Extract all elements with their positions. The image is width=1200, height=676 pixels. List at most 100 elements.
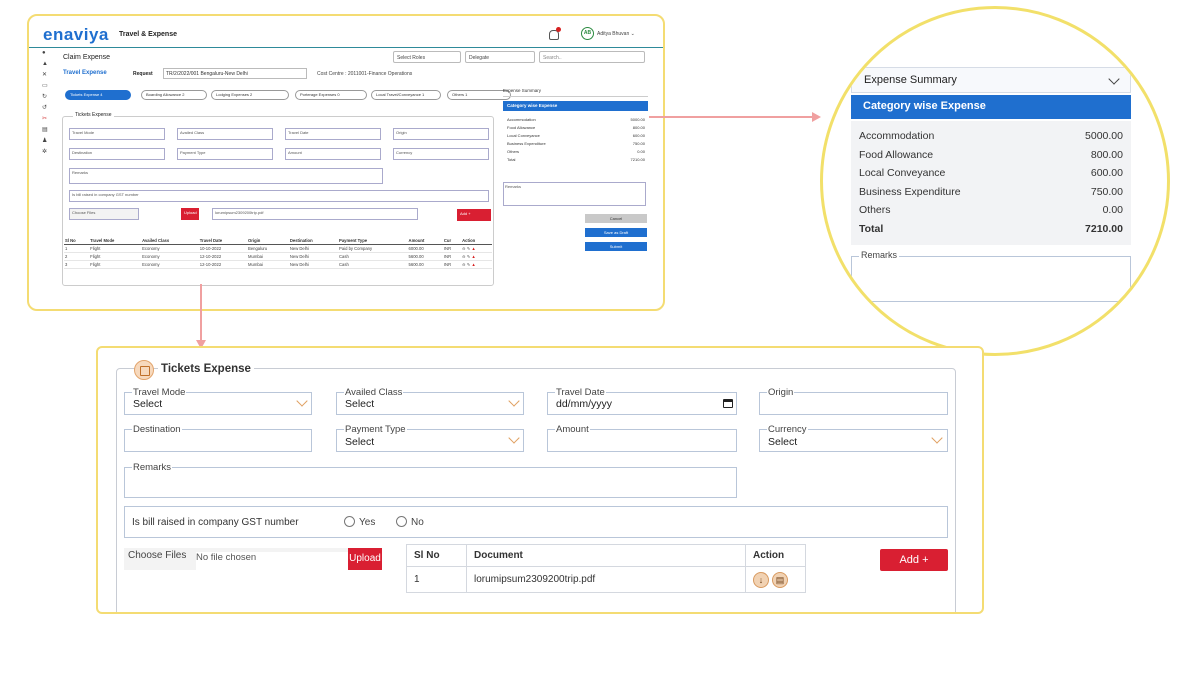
mini-cell: 12-10-2022 [198,260,248,269]
summary-value: 800.00 [1090,148,1123,161]
sidebar-report-icon[interactable]: ▤ [42,127,48,133]
summary-remarks-field[interactable] [851,256,1131,302]
tab-tickets-expense[interactable]: Tickets Expense 4 [65,90,131,100]
sidebar-home-icon[interactable]: ● [42,50,48,56]
sidebar-travel-icon[interactable]: ✕ [42,72,48,78]
mini-cell: Mumbai [247,260,289,269]
doc-link[interactable]: lorumipsum2309200trip.pdf [466,566,746,593]
doc-col-action: Action [745,544,806,567]
request-dropdown[interactable]: TR/2/2022/001 Bengaluru-New Delhi [163,68,307,79]
clipboard-icon[interactable]: ▤ [772,571,788,588]
search-input[interactable]: Search.. [539,51,645,63]
summary-row: Local Conveyance 600.00 [859,164,1123,183]
mini-sum-value: 5000.00 [630,117,645,122]
sidebar-history-icon[interactable]: ↺ [42,105,48,111]
mini-sum-label: Food Allowance [507,125,536,130]
tab-others[interactable]: Others 1 [447,90,511,100]
mini-summary-header[interactable]: Expense Summary [503,88,648,97]
zoom-arrow-right [649,116,819,118]
doc-col-document: Document [466,544,746,567]
mini-th: Sl No [64,237,90,245]
tab-lodging-expenses[interactable]: Lodging Expenses 2 [211,90,289,100]
cancel-button[interactable]: Cancel [585,214,647,223]
cost-centre: Cost Centre : 2011001-Finance Operations [317,71,413,77]
mini-choose-files[interactable]: Choose Files [69,208,139,220]
save-draft-button[interactable]: Save as Draft [585,228,647,237]
tab-porterage-expenses[interactable]: Porterage Expenses 0 [295,90,367,100]
user-avatar[interactable]: AB [581,27,594,40]
travel-date-value: dd/mm/yyyy [556,398,613,410]
mini-cell: INR [442,252,462,261]
mini-th: Origin [247,237,289,245]
mini-cell: 2 [64,252,90,261]
document-table: Sl No Document Action 1 lorumipsum230920… [406,544,806,593]
sidebar-user-icon[interactable]: ♟ [42,138,48,144]
table-row: 3 Flight Economy 12-10-2022 Mumbai New D… [64,260,492,269]
sidebar-pin-icon[interactable]: ▲ [42,61,48,67]
mini-sum-label: Local Conveyance [507,133,540,138]
remarks-textarea[interactable] [124,467,737,498]
mini-destination[interactable]: Destination [69,148,165,160]
notification-badge [556,27,561,32]
summary-remarks-label: Remarks [859,250,900,260]
mini-th: Destination [288,237,339,245]
select-roles-dropdown[interactable]: Select Roles [393,51,461,63]
tab-local-travel[interactable]: Local Travel/Conveyance 1 [371,90,441,100]
download-icon[interactable]: ↓ [753,571,769,588]
gst-yes-radio[interactable] [344,516,355,527]
sidebar-wallet-icon[interactable]: ▭ [42,83,48,89]
mini-travel-mode[interactable]: Travel Mode [69,128,165,140]
summary-row: Others 0.00 [859,201,1123,220]
gst-no-radio[interactable] [396,516,407,527]
mini-row-actions[interactable]: ⊖ ✎ ▲ [461,244,492,253]
choose-files-button[interactable]: Choose Files [128,550,186,561]
payment-type-label: Payment Type [344,424,407,435]
gst-no-label[interactable]: No [411,517,424,528]
sidebar-expense-icon[interactable]: ✂ [42,116,48,122]
tab-boarding-allowance[interactable]: Boarding Allowance 2 [141,90,207,100]
table-row: 2 Flight Economy 12-10-2022 Mumbai New D… [64,252,492,261]
mini-summary-remarks[interactable]: Remarks [503,182,646,206]
calendar-icon[interactable] [723,399,733,408]
mini-cell: 10-10-2022 [198,244,248,253]
user-menu[interactable]: Aditya Bhuvan ⌄ [597,31,635,37]
category-wise-expense-bar: Category wise Expense [851,95,1131,119]
request-label: Request [133,71,153,77]
mini-amount[interactable]: Amount [285,148,381,160]
mini-doc-header[interactable]: lorumipsum2309200trip.pdf [212,208,418,220]
mini-travel-date[interactable]: Travel Date [285,128,381,140]
travel-mode-label: Travel Mode [132,387,187,398]
doc-col-slno: Sl No [406,544,467,567]
mini-row-actions[interactable]: ⊖ ✎ ▲ [461,260,492,269]
mini-cell: 5600.00 [407,252,443,261]
mini-currency[interactable]: Currency [393,148,489,160]
sidebar-refresh-icon[interactable]: ↻ [42,94,48,100]
mini-remarks[interactable]: Remarks [69,168,383,184]
mini-add-button[interactable]: Add + [457,209,491,221]
gst-yes-label[interactable]: Yes [359,517,375,528]
brand-logo[interactable]: enaviya [43,25,109,45]
mini-cell: Cash [338,252,408,261]
chevron-down-icon[interactable] [1108,73,1120,85]
mini-cell: 5600.00 [407,260,443,269]
summary-total-row: Total 7210.00 [859,220,1123,239]
delegate-dropdown[interactable]: Delegate [465,51,535,63]
mini-row-actions[interactable]: ⊖ ✎ ▲ [461,252,492,261]
add-button[interactable]: Add + [880,549,948,571]
mini-upload-button[interactable]: Upload [181,208,199,220]
table-row: 1 lorumipsum2309200trip.pdf ↓ ▤ [406,566,806,593]
doc-actions: ↓ ▤ [745,566,806,593]
expense-summary-header[interactable]: Expense Summary [851,67,1131,93]
sidebar-settings-icon[interactable]: ✲ [42,149,48,155]
mini-origin[interactable]: Origin [393,128,489,140]
travel-expense-tab[interactable]: Travel Expense [63,70,107,76]
upload-button[interactable]: Upload [348,548,382,570]
mini-summary-header-text: Expense Summary [503,88,542,93]
mini-payment-type[interactable]: Payment Type [177,148,273,160]
mini-availed-class[interactable]: Availed Class [177,128,273,140]
mini-th: Travel Mode [89,237,142,245]
mini-cell: 1 [64,244,90,253]
submit-button[interactable]: Submit [585,242,647,251]
mini-cell: Flight [89,252,142,261]
gst-question: Is bill raised in company GST number [132,517,299,528]
